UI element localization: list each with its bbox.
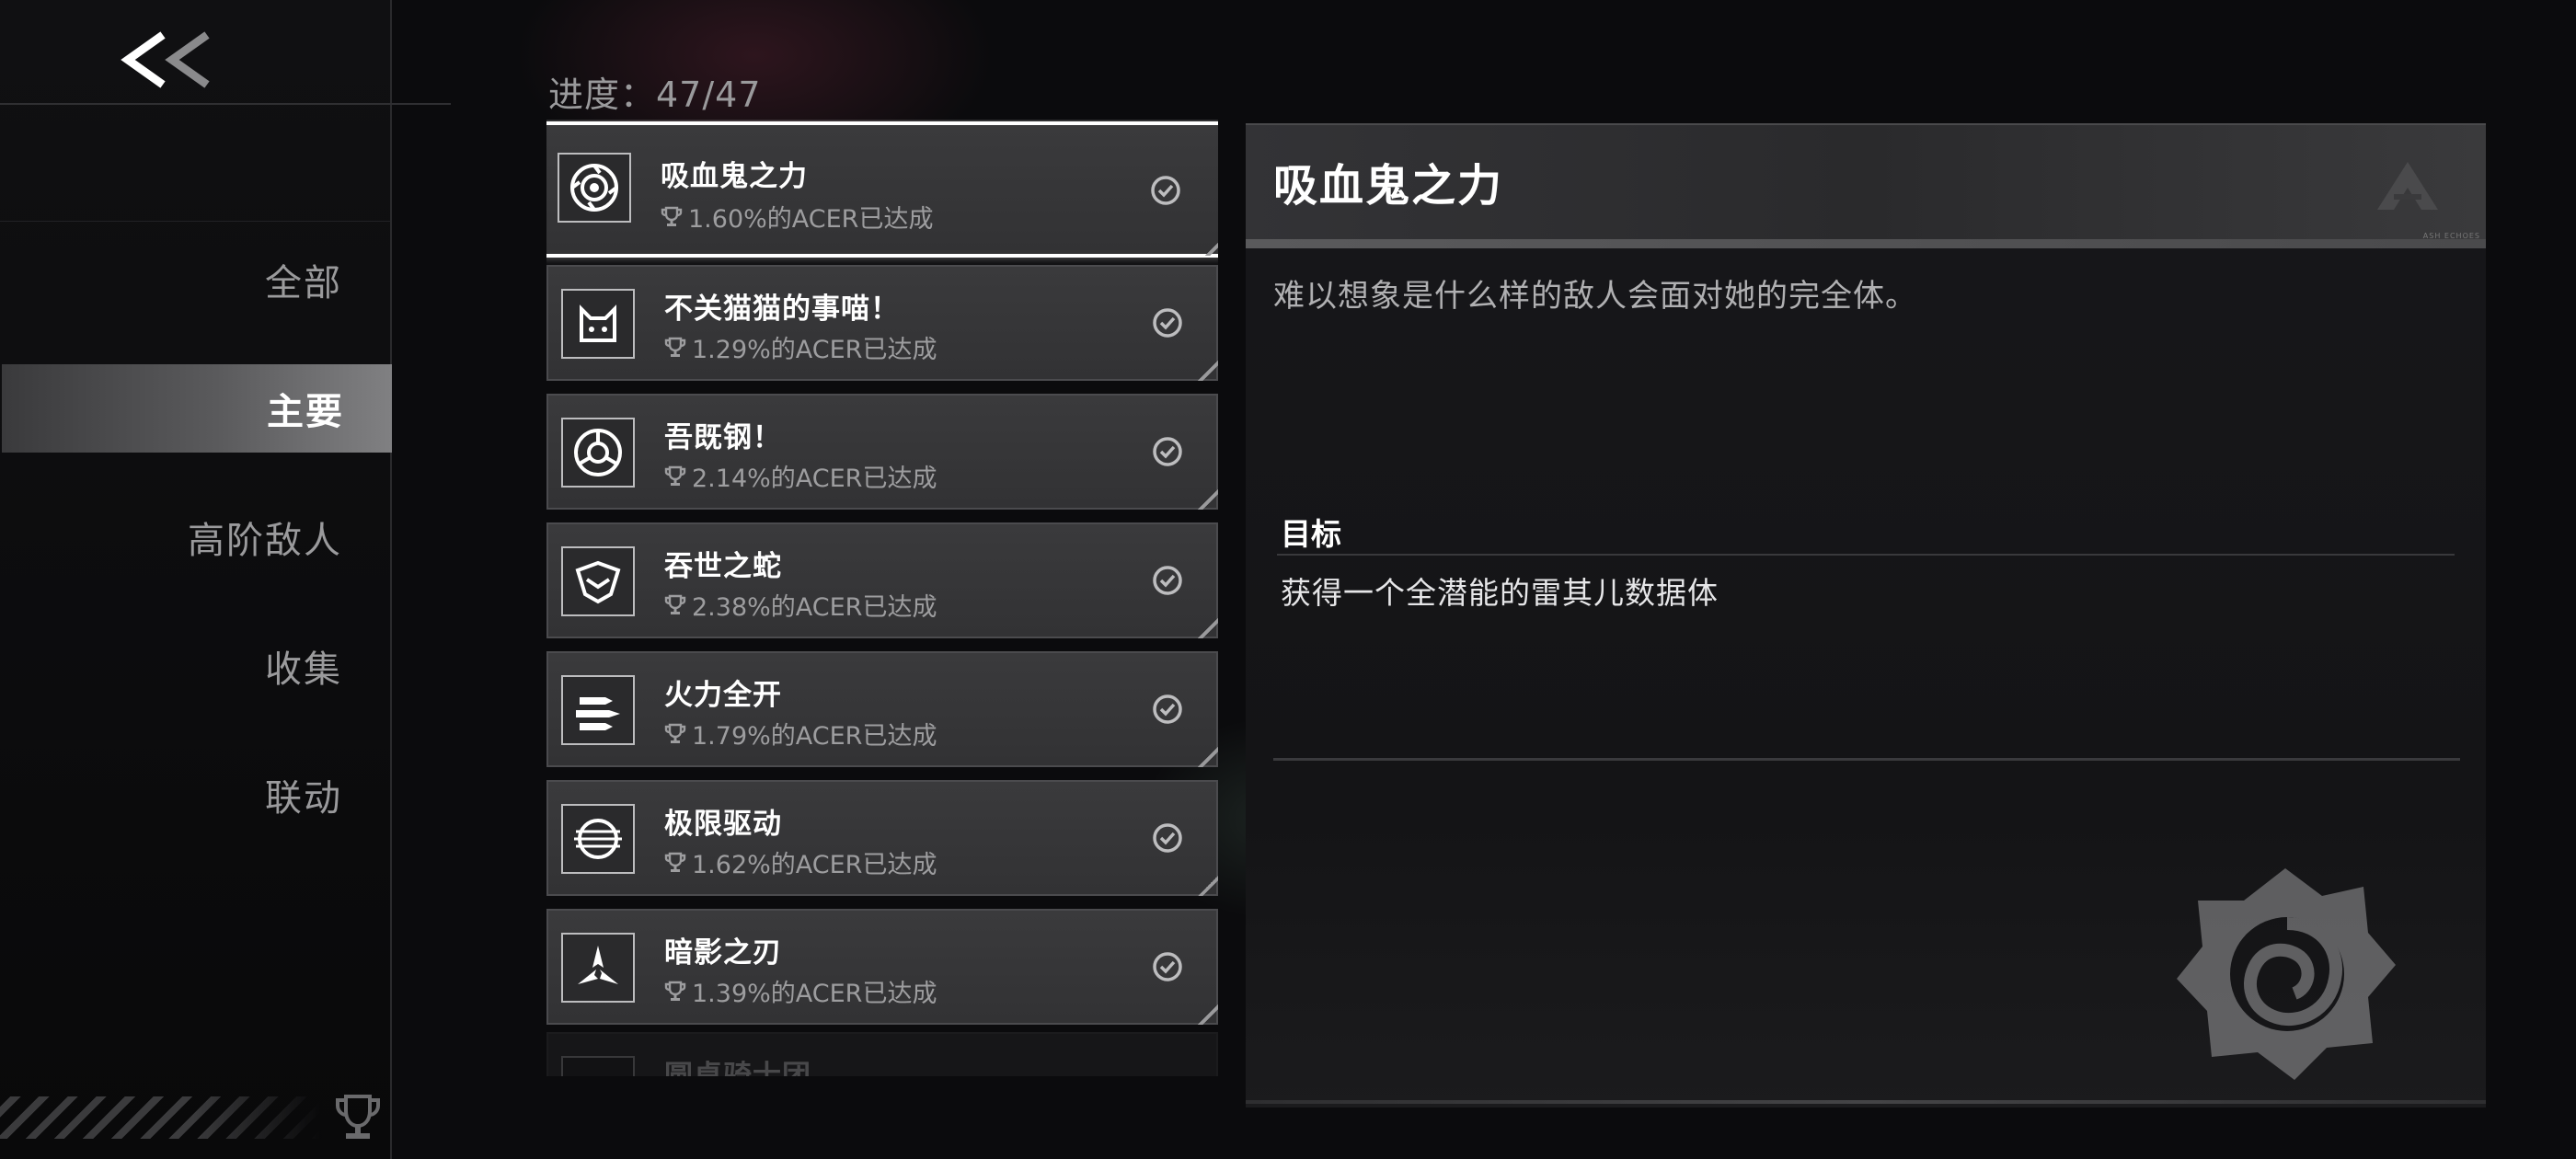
trophy-icon bbox=[664, 723, 686, 743]
double-chevron-left-icon bbox=[121, 31, 210, 88]
achievement-rate-text: 1.39%的ACER已达成 bbox=[692, 980, 937, 1008]
decorative-stripes bbox=[0, 1096, 322, 1139]
sidebar-item-collab[interactable]: 联动 bbox=[0, 751, 390, 839]
achievement-card[interactable]: 圆桌骑士团 bbox=[546, 1032, 1218, 1076]
achievement-rate-text: 1.79%的ACER已达成 bbox=[692, 722, 937, 751]
achievement-card[interactable]: 暗影之刃 1.39%的ACER已达成 bbox=[546, 909, 1218, 1025]
achievement-card[interactable]: 吞世之蛇 2.38%的ACER已达成 bbox=[546, 522, 1218, 638]
achievement-title: 火力全开 bbox=[664, 679, 782, 712]
achievement-rate-text: 1.62%的ACER已达成 bbox=[692, 851, 937, 879]
achievement-title: 圆桌骑士团 bbox=[664, 1060, 811, 1076]
trophy-icon bbox=[664, 594, 686, 614]
missiles-icon bbox=[561, 675, 635, 745]
sidebar-item-label: 高阶敌人 bbox=[188, 520, 342, 562]
achievement-card[interactable]: 吸血鬼之力 1.60%的ACER已达成 bbox=[546, 121, 1218, 258]
sidebar-item-collection[interactable]: 收集 bbox=[0, 622, 390, 710]
trophy-icon bbox=[661, 206, 683, 226]
achievement-title: 吾既钢！ bbox=[664, 421, 782, 454]
serpent-icon bbox=[561, 546, 635, 616]
achievement-list[interactable]: 吸血鬼之力 1.60%的ACER已达成 不关猫猫的事喵！ 1.29%的ACER已… bbox=[546, 120, 1218, 1076]
sidebar-item-label: 全部 bbox=[265, 262, 342, 304]
progress-text: 进度：47/47 bbox=[548, 75, 762, 115]
knight-icon bbox=[561, 1056, 635, 1076]
detail-title: 吸血鬼之力 bbox=[1273, 160, 1504, 212]
achievement-rate: 1.60%的ACER已达成 bbox=[661, 199, 933, 235]
achievement-card[interactable]: 不关猫猫的事喵！ 1.29%的ACER已达成 bbox=[546, 265, 1218, 381]
goal-label: 目标 bbox=[1281, 516, 1341, 552]
check-circle-icon bbox=[1151, 176, 1180, 205]
rose-icon bbox=[2177, 868, 2396, 1080]
achievement-card[interactable]: 吾既钢！ 2.14%的ACER已达成 bbox=[546, 394, 1218, 510]
check-circle-icon bbox=[1153, 952, 1182, 981]
check-circle-icon bbox=[1153, 437, 1182, 466]
panel-bottom-line bbox=[1246, 1100, 2486, 1104]
trophy-icon bbox=[664, 981, 686, 1001]
trophy-icon bbox=[336, 1095, 380, 1139]
game-logo-icon bbox=[2377, 162, 2438, 210]
detail-description: 难以想象是什么样的敌人会面对她的完全体。 bbox=[1273, 278, 1917, 315]
achievement-title: 极限驱动 bbox=[664, 808, 782, 841]
achievement-title: 吞世之蛇 bbox=[664, 550, 782, 583]
achievement-rate-text: 2.38%的ACER已达成 bbox=[692, 593, 937, 622]
trophy-icon bbox=[664, 465, 686, 486]
achievement-rate-text: 1.60%的ACER已达成 bbox=[688, 205, 934, 234]
achievement-detail-panel: 吸血鬼之力 ASH ECHOES 难以想象是什么样的敌人会面对她的完全体。 目标… bbox=[1246, 123, 2486, 1107]
section-divider bbox=[1273, 758, 2460, 761]
goal-divider bbox=[1277, 554, 2455, 556]
sidebar-divider bbox=[0, 221, 390, 222]
blades-icon bbox=[561, 933, 635, 1003]
achievement-rate-text: 1.29%的ACER已达成 bbox=[692, 336, 937, 364]
steel-emblem-icon bbox=[561, 418, 635, 488]
speed-drive-icon bbox=[561, 804, 635, 874]
sidebar-item-elite-enemies[interactable]: 高阶敌人 bbox=[0, 493, 390, 581]
sidebar-item-label: 收集 bbox=[265, 648, 342, 691]
check-circle-icon bbox=[1153, 566, 1182, 595]
achievement-title: 吸血鬼之力 bbox=[661, 160, 808, 193]
trophy-icon bbox=[664, 852, 686, 872]
achievement-rate: 1.62%的ACER已达成 bbox=[664, 844, 937, 880]
back-button[interactable] bbox=[101, 18, 230, 101]
sidebar-item-all[interactable]: 全部 bbox=[0, 235, 390, 324]
achievement-rate: 1.39%的ACER已达成 bbox=[664, 973, 937, 1009]
rose-icon bbox=[558, 153, 631, 223]
sidebar: 全部 主要 高阶敌人 收集 联动 bbox=[0, 0, 392, 1159]
header-underline bbox=[1246, 239, 2486, 248]
achievement-rate-text: 2.14%的ACER已达成 bbox=[692, 465, 937, 493]
sidebar-item-label: 联动 bbox=[265, 777, 342, 820]
achievement-rate: 1.29%的ACER已达成 bbox=[664, 329, 937, 365]
detail-header: 吸血鬼之力 ASH ECHOES bbox=[1246, 123, 2486, 241]
check-circle-icon bbox=[1153, 308, 1182, 338]
check-circle-icon bbox=[1153, 694, 1182, 724]
achievement-rate: 2.38%的ACER已达成 bbox=[664, 587, 937, 623]
achievement-rate: 2.14%的ACER已达成 bbox=[664, 458, 937, 494]
achievement-title: 暗影之刃 bbox=[664, 936, 782, 970]
sidebar-item-label: 主要 bbox=[267, 391, 344, 433]
cat-icon bbox=[561, 289, 635, 359]
check-circle-icon bbox=[1153, 823, 1182, 853]
achievement-card[interactable]: 火力全开 1.79%的ACER已达成 bbox=[546, 651, 1218, 767]
sidebar-item-main[interactable]: 主要 bbox=[2, 364, 392, 453]
goal-text: 获得一个全潜能的雷其儿数据体 bbox=[1281, 575, 1719, 611]
trophy-icon bbox=[664, 337, 686, 357]
top-divider bbox=[0, 103, 451, 105]
achievement-rate: 1.79%的ACER已达成 bbox=[664, 716, 937, 752]
achievement-title: 不关猫猫的事喵！ bbox=[664, 293, 900, 326]
achievement-card[interactable]: 极限驱动 1.62%的ACER已达成 bbox=[546, 780, 1218, 896]
